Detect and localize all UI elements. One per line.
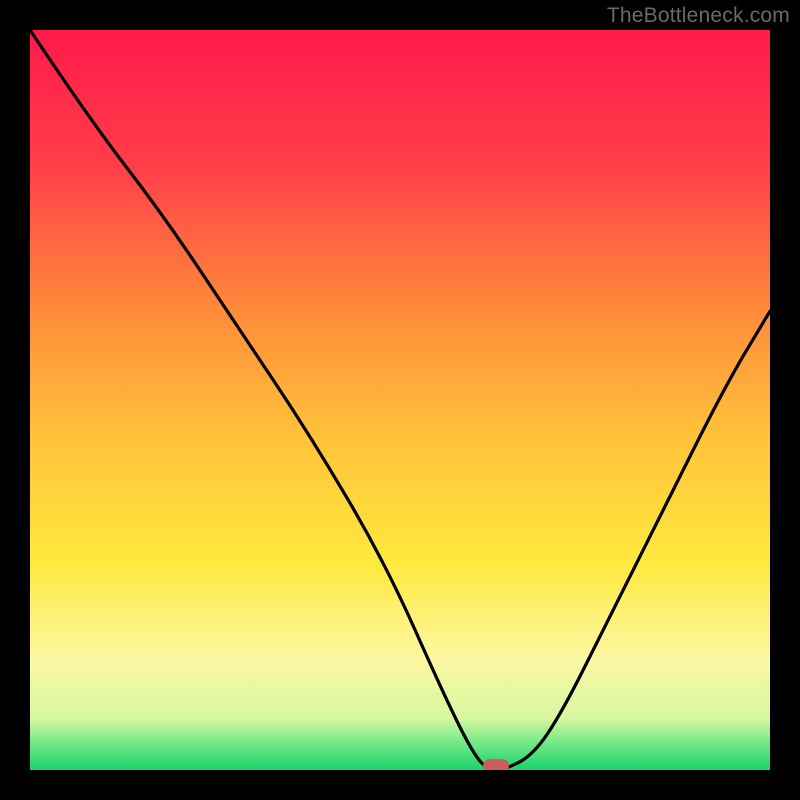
- bottleneck-curve: [30, 30, 770, 770]
- optimal-marker: [483, 759, 509, 770]
- chart-frame: TheBottleneck.com: [0, 0, 800, 800]
- plot-area: [30, 30, 770, 770]
- watermark-text: TheBottleneck.com: [607, 4, 790, 28]
